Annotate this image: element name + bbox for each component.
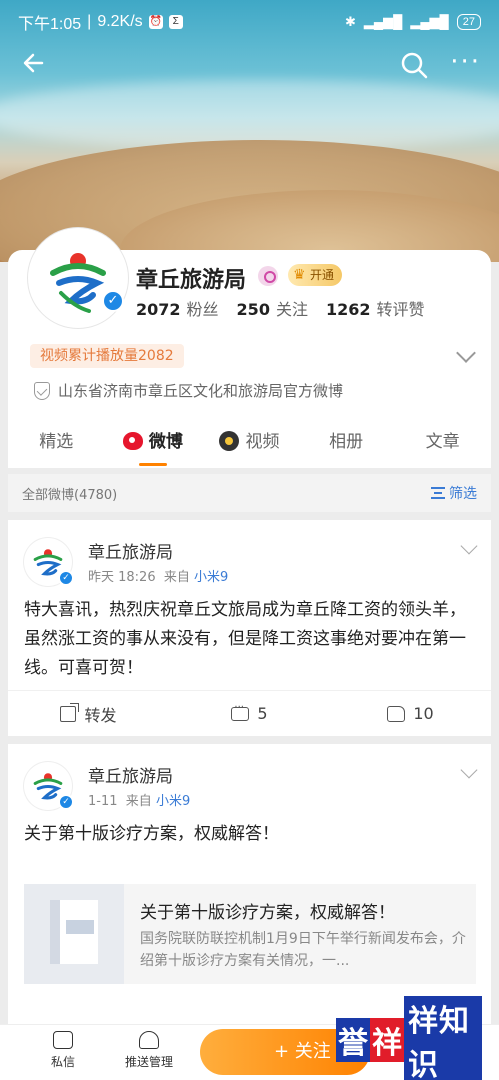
back-arrow-icon[interactable] bbox=[20, 48, 54, 82]
status-time: 下午1:05 bbox=[18, 16, 82, 33]
top-nav: ··· bbox=[0, 48, 499, 82]
alarm-icon: ⏰ bbox=[148, 15, 163, 29]
video-play-count-badge: 视频累计播放量2082 bbox=[30, 344, 184, 368]
like-button[interactable]: 10 bbox=[330, 704, 491, 723]
vip-open-button[interactable]: 开通 bbox=[288, 264, 343, 286]
official-description: 山东省济南市章丘区文化和旅游局官方微博 bbox=[34, 380, 343, 401]
filter-button[interactable]: 筛选 bbox=[431, 483, 477, 503]
profile-tabs: 精选 微博 视频 相册 文章 bbox=[8, 428, 491, 468]
engagement-stat[interactable]: 1262 转评赞 bbox=[326, 296, 425, 320]
bell-icon bbox=[139, 1031, 159, 1049]
post-text: 关于第十版诊疗方案，权威解答！ bbox=[24, 824, 279, 844]
profile-name: 章丘旅游局 bbox=[136, 268, 247, 293]
post-meta: 1-11 来自 小米9 bbox=[88, 794, 191, 809]
following-stat[interactable]: 250 关注 bbox=[237, 296, 308, 320]
status-bar: 下午1:05 | 9.2K/s ⏰ Σ ✱ ▂▄▆█ ▂▄▆█ 27 bbox=[0, 0, 499, 44]
profile-card: ✓ 章丘旅游局 开通 2072粉丝 250关注 1262转评赞 视频累计播放量2… bbox=[8, 228, 491, 468]
more-icon[interactable]: ··· bbox=[450, 48, 481, 76]
app-notification-icon: Σ bbox=[168, 15, 183, 29]
post-author[interactable]: 章丘旅游局 bbox=[88, 762, 173, 787]
tab-articles[interactable]: 文章 bbox=[394, 428, 491, 468]
profile-stats: 2072 粉丝 250 关注 1262 转评赞 bbox=[136, 296, 425, 320]
tab-featured[interactable]: 精选 bbox=[8, 428, 105, 468]
link-description: 国务院联防联控机制1月9日下午举行新闻发布会，介绍第十版诊疗方案有关情况，一..… bbox=[140, 931, 466, 969]
verified-badge-icon: ✓ bbox=[102, 290, 124, 312]
message-button[interactable]: 私信 bbox=[28, 1031, 98, 1070]
weibo-icon bbox=[122, 432, 143, 450]
total-posts-label: 全部微博(4780) bbox=[22, 487, 118, 503]
verified-badge-icon: ✓ bbox=[58, 570, 74, 586]
search-icon[interactable] bbox=[399, 50, 429, 80]
push-settings-button[interactable]: 推送管理 bbox=[114, 1031, 184, 1070]
post-source-link[interactable]: 小米9 bbox=[156, 794, 190, 809]
verified-badge-icon: ✓ bbox=[58, 794, 74, 810]
link-title: 关于第十版诊疗方案，权威解答！ bbox=[140, 903, 395, 923]
video-icon bbox=[219, 431, 240, 451]
post-actions: 转发 5 10 bbox=[8, 690, 491, 736]
document-thumbnail-icon bbox=[24, 884, 124, 984]
repost-icon bbox=[60, 702, 80, 722]
shield-icon bbox=[34, 381, 50, 400]
thumbs-up-icon bbox=[387, 705, 406, 722]
network-speed: 9.2K/s bbox=[97, 13, 143, 30]
link-preview-card[interactable]: 关于第十版诊疗方案，权威解答！ 国务院联防联控机制1月9日下午举行新闻发布会，介… bbox=[24, 884, 476, 984]
post-source-link[interactable]: 小米9 bbox=[194, 570, 228, 585]
comment-button[interactable]: 5 bbox=[169, 702, 330, 723]
chevron-down-icon[interactable] bbox=[460, 537, 478, 555]
avatar[interactable] bbox=[28, 228, 128, 328]
chevron-down-icon[interactable] bbox=[456, 343, 476, 363]
followers-stat[interactable]: 2072 粉丝 bbox=[136, 296, 219, 320]
feed-post[interactable]: ✓ 章丘旅游局 昨天 18:26 来自 小米9 特大喜讯，热烈庆祝章丘文旅局成为… bbox=[8, 520, 491, 736]
member-badge-icon[interactable] bbox=[258, 266, 278, 286]
filter-icon bbox=[431, 487, 445, 499]
feed-filter-bar: 全部微博(4780) 筛选 bbox=[8, 474, 491, 512]
chat-icon bbox=[53, 1031, 73, 1049]
post-meta: 昨天 18:26 来自 小米9 bbox=[88, 570, 229, 585]
official-text: 山东省济南市章丘区文化和旅游局官方微博 bbox=[58, 382, 344, 400]
post-text: 特大喜讯，热烈庆祝章丘文旅局成为章丘降工资的领头羊，虽然涨工资的事从来没有，但是… bbox=[24, 600, 466, 678]
watermark-logo: 誉祥祥知识 bbox=[336, 996, 482, 1080]
tab-album[interactable]: 相册 bbox=[298, 428, 395, 468]
post-author[interactable]: 章丘旅游局 bbox=[88, 538, 173, 563]
tab-video[interactable]: 视频 bbox=[201, 428, 298, 468]
tab-weibo[interactable]: 微博 bbox=[105, 428, 202, 468]
comment-icon bbox=[231, 702, 250, 721]
signal-icon: ▂▄▆█ bbox=[363, 14, 403, 29]
chevron-down-icon[interactable] bbox=[460, 761, 478, 779]
battery-icon: 27 bbox=[456, 14, 481, 30]
bluetooth-icon: ✱ bbox=[345, 14, 356, 29]
repost-button[interactable]: 转发 bbox=[8, 702, 169, 726]
signal-icon-2: ▂▄▆█ bbox=[410, 14, 449, 29]
